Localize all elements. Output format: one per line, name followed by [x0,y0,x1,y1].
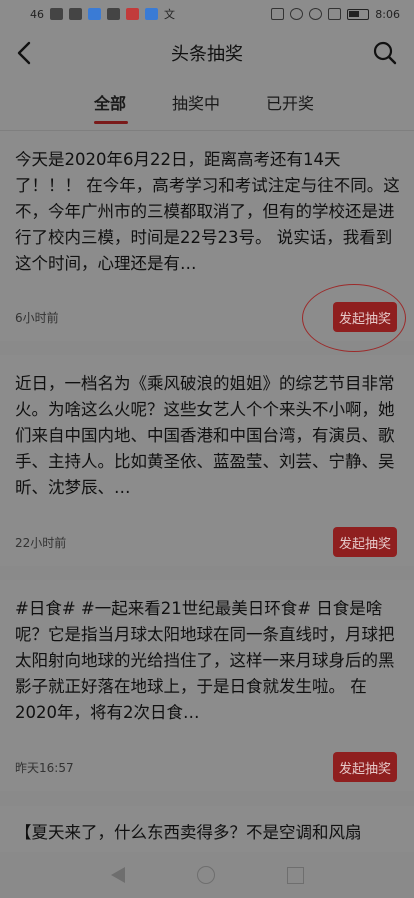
wallet-icon [107,8,120,20]
nav-recent-icon[interactable] [286,866,304,884]
nfc-icon [271,8,285,20]
highlight-circle [302,284,406,352]
search-icon [373,41,397,65]
nav-back-icon[interactable] [110,867,125,883]
card-text: 近日，一档名为《乘风破浪的姐姐》的综艺节目非常火。为啥这么火呢？这些女艺人个个来… [15,374,395,497]
card-text: 今天是2020年6月22日，距离高考还有14天了！！！ 在今年，高考学习和考试注… [15,150,400,273]
header: 头条抽奖 [0,28,414,78]
tab-bar: 全部 抽奖中 已开奖 [0,78,414,131]
card-time: 昨天16:57 [15,761,74,775]
moon-icon [309,8,323,20]
card-text: 【夏天来了，什么东西卖得多？不是空调和风扇 [15,823,362,842]
chevron-left-icon [17,41,31,65]
search-button[interactable] [368,36,402,70]
tab-drawn[interactable]: 已开奖 [266,90,314,114]
page-title: 头条抽奖 [171,44,243,65]
translate-icon: 文 [164,8,175,21]
clock: 8:06 [375,7,400,21]
news-icon [126,8,139,20]
tab-ongoing[interactable]: 抽奖中 [172,90,220,114]
list-item[interactable]: 近日，一档名为《乘风破浪的姐姐》的综艺节目非常火。为啥这么火呢？这些女艺人个个来… [0,355,414,566]
back-button[interactable] [8,36,40,70]
nav-home-icon[interactable] [196,866,215,884]
app-notify-icon [88,8,101,20]
vibrate-icon [328,8,342,20]
list-item[interactable]: #日食# #一起来看21世纪最美日环食# 日食是啥呢？它是指当月球太阳地球在同一… [0,580,414,791]
battery-icon [347,8,370,20]
tab-active-indicator [94,121,128,124]
wifi-icon [69,8,82,20]
status-right: 8:06 [271,8,400,21]
status-bar: 46 文 8:06 [0,0,414,28]
start-lottery-button[interactable]: 发起抽奖 [333,752,397,782]
tab-all[interactable]: 全部 [94,90,126,114]
card-time: 6小时前 [15,311,59,325]
start-lottery-button[interactable]: 发起抽奖 [333,527,397,557]
card-time: 22小时前 [15,536,67,550]
alarm-icon [290,8,304,20]
status-left: 46 文 [30,6,175,22]
system-nav-bar [0,852,414,898]
signal-label: 46 [30,7,44,21]
browser-icon [145,8,158,20]
card-text: #日食# #一起来看21世纪最美日环食# 日食是啥呢？它是指当月球太阳地球在同一… [15,599,395,722]
signal-icon [50,8,63,20]
